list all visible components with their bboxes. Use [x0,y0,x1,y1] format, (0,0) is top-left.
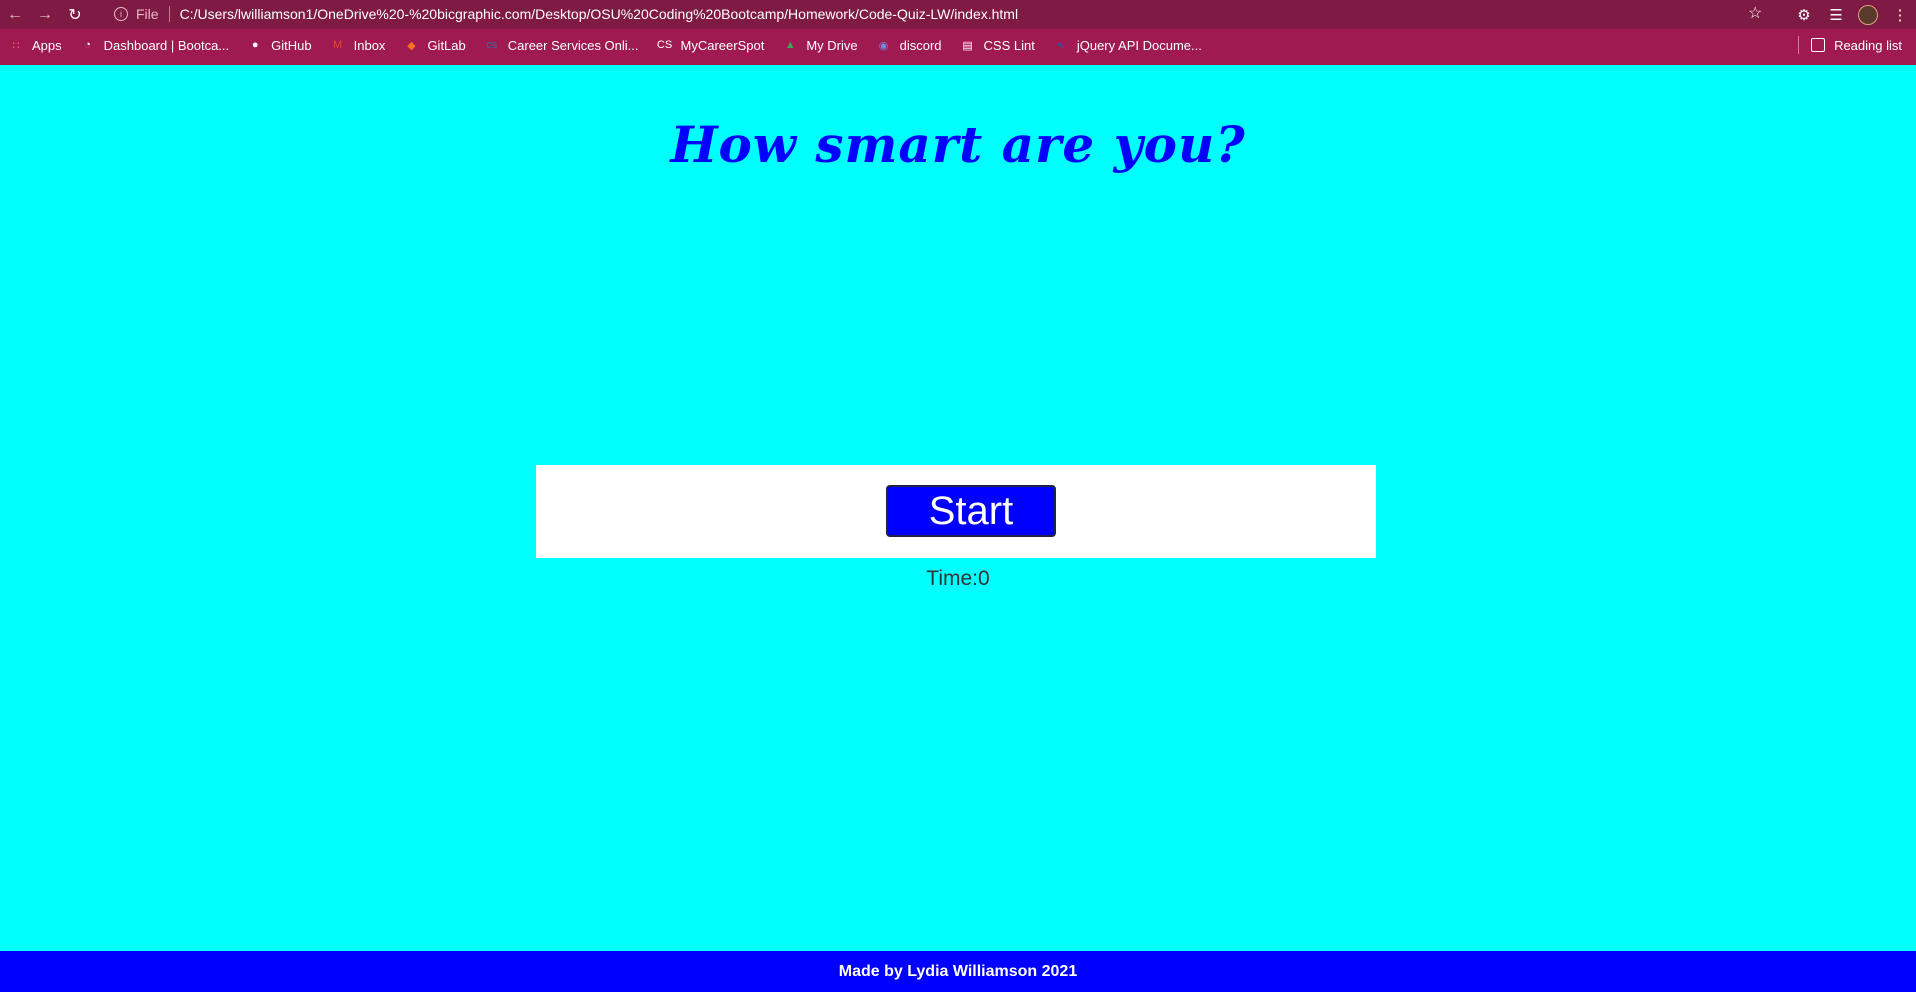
bookmark-label: discord [899,37,942,53]
back-button[interactable]: ← [0,1,30,29]
timer-display: Time:0 [926,567,990,590]
bookmark-item[interactable]: ◉ discord [876,37,942,53]
reading-list-label: Reading list [1834,37,1902,53]
bookmark-item[interactable]: ∿ jQuery API Docume... [1053,37,1202,53]
toolbar-actions: ⚙ ☰ ⋮ [1788,0,1916,29]
github-icon: ● [251,39,259,51]
bookmark-item[interactable]: ◔ Dashboard | Bootca... [80,37,230,53]
csslint-icon: ▤ [962,39,973,52]
reload-button[interactable]: ↻ [60,1,90,29]
avatar [1858,4,1878,25]
career-services-icon: cs [486,39,498,51]
footer-credit: Made by Lydia Williamson 2021 [838,962,1078,980]
bookmark-label: My Drive [806,37,858,53]
profile-avatar[interactable] [1852,1,1884,29]
browser-chrome: ← → ↻ i File C:/Users/lwilliamson1/OneDr… [0,0,1916,65]
bookmark-item[interactable]: ∷ Apps [8,37,62,53]
menu-kebab-icon[interactable]: ⋮ [1884,1,1916,29]
start-button[interactable]: Start [886,485,1056,537]
bookmark-label: GitLab [427,37,466,53]
page-footer: Made by Lydia Williamson 2021 [0,951,1916,992]
bookmark-label: CSS Lint [983,37,1035,53]
mycareerspot-icon: CS [656,39,673,51]
url-text[interactable]: C:/Users/lwilliamson1/OneDrive%20-%20bic… [180,6,1019,22]
bookmark-item[interactable]: ● GitHub [247,37,312,53]
dashboard-icon: ◔ [84,39,91,51]
media-control-icon[interactable]: ☰ [1820,1,1852,29]
gitlab-icon: ◆ [407,39,416,52]
reading-list-button[interactable]: Reading list [1798,32,1902,58]
bookmark-item[interactable]: cs Career Services Onli... [484,37,639,53]
address-divider [168,6,170,22]
browser-toolbar: ← → ↻ i File C:/Users/lwilliamson1/OneDr… [0,0,1916,29]
reading-list-icon [1811,38,1826,52]
apps-grid-icon: ∷ [12,39,20,52]
bookmark-item[interactable]: ▤ CSS Lint [960,37,1035,53]
bookmark-label: Apps [32,37,62,53]
discord-icon: ◉ [878,39,889,52]
google-drive-icon: ▲ [784,39,796,51]
bookmark-item[interactable]: ▲ My Drive [782,37,858,53]
info-icon[interactable]: i [114,7,128,21]
address-bar[interactable]: i File C:/Users/lwilliamson1/OneDrive%20… [104,2,1774,26]
extensions-icon[interactable]: ⚙ [1788,1,1820,29]
bookmark-label: jQuery API Docume... [1076,37,1202,53]
bookmarks-bar: ∷ Apps ◔ Dashboard | Bootca... ● GitHub M Inbox… [0,32,1916,58]
forward-button[interactable]: → [30,1,60,29]
bookmark-star-icon[interactable]: ☆ [1748,3,1762,23]
bookmark-item[interactable]: CS MyCareerSpot [656,37,765,53]
gmail-icon: M [333,39,343,51]
bookmark-label: Inbox [353,37,386,53]
bookmark-item[interactable]: ◆ GitLab [403,37,466,53]
page-title: How smart are you? [670,115,1246,174]
bookmark-label: MyCareerSpot [680,37,765,53]
bookmarks-divider [1798,36,1800,54]
bookmark-label: Dashboard | Bootca... [103,37,230,53]
bookmark-label: GitHub [271,37,312,53]
bookmark-label: Career Services Onli... [507,37,639,53]
jquery-icon: ∿ [1056,39,1066,52]
url-scheme-label: File [136,6,159,22]
bookmark-item[interactable]: M Inbox [330,37,386,53]
